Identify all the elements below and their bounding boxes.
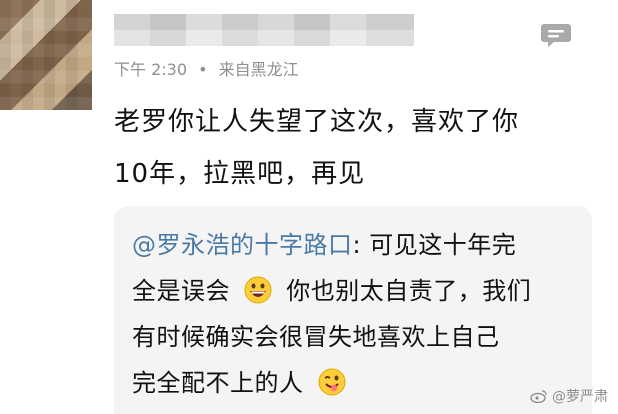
post-line-2: 10年，拉黑吧，再见 <box>114 159 366 189</box>
post-source: 来自黑龙江 <box>218 60 299 79</box>
quote-line-3: 有时候确实会很冒失地喜欢上自己 <box>132 323 500 351</box>
watermark-text: @萝严肃 <box>552 389 608 405</box>
quote-line-2b: 你也别太自责了，我们 <box>286 277 532 305</box>
winking-tongue-emoji-icon <box>318 365 346 396</box>
post-time: 下午 2:30 <box>114 60 188 79</box>
weibo-watermark: @萝严肃 <box>530 386 608 406</box>
mention-link[interactable]: @罗永浩的十字路口 <box>132 231 353 259</box>
quote-line-2a: 全是误会 <box>132 277 230 305</box>
quote-line-1: : 可见这十年完 <box>352 231 517 259</box>
weibo-logo-icon <box>530 389 548 404</box>
quote-line-4: 完全配不上的人 <box>132 369 304 397</box>
separator-dot: • <box>198 60 208 79</box>
post-meta: 下午 2:30 • 来自黑龙江 <box>114 60 299 80</box>
quoted-reply-text: @罗永浩的十字路口: 可见这十年完 全是误会 你也别太自责了，我们 有时候确实会… <box>132 222 572 406</box>
post-content: 老罗你让人失望了这次，喜欢了你 10年，拉黑吧，再见 <box>114 96 584 200</box>
username-blurred[interactable] <box>114 14 414 46</box>
comment-icon[interactable] <box>540 22 572 50</box>
avatar[interactable] <box>0 0 92 110</box>
post-line-1: 老罗你让人失望了这次，喜欢了你 <box>114 107 520 137</box>
grinning-emoji-icon <box>244 273 272 304</box>
